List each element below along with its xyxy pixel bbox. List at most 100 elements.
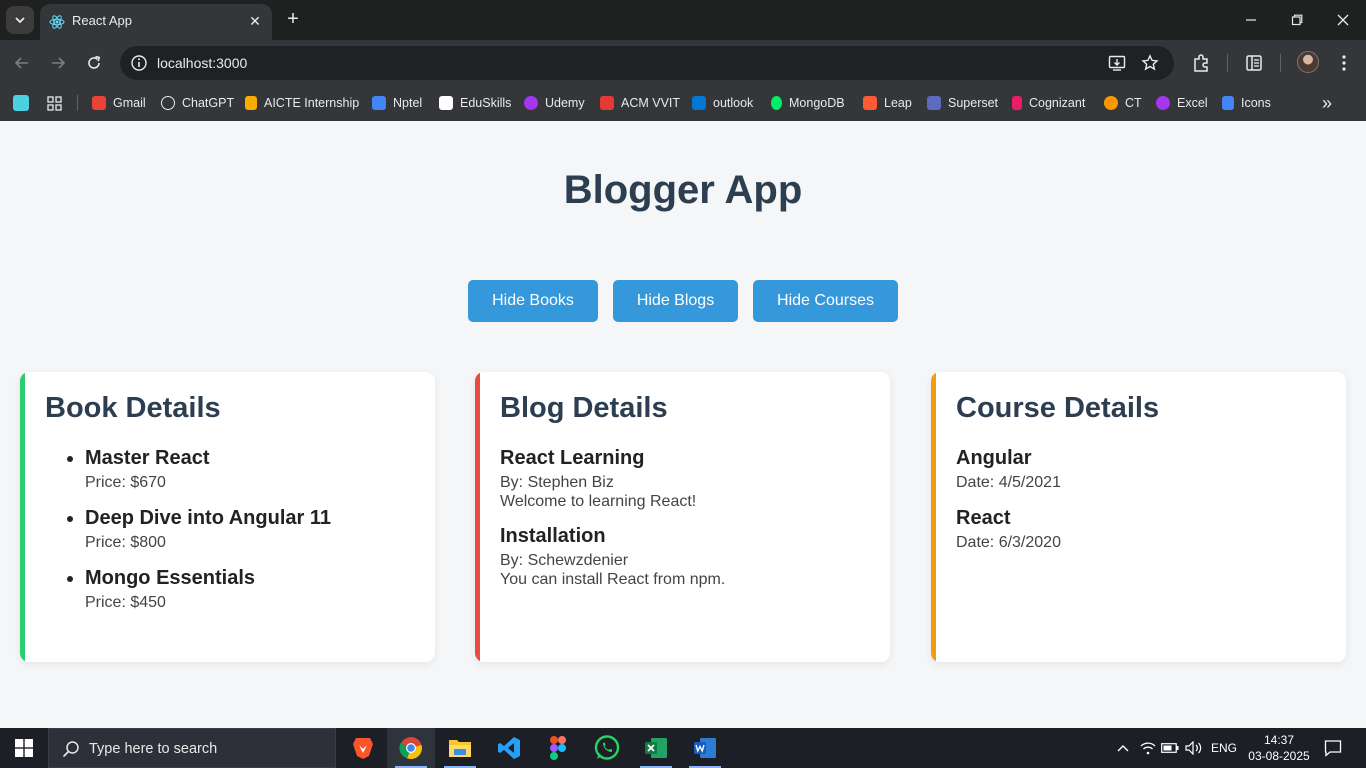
apps-grid-icon	[47, 95, 62, 111]
bookmark-label: Cognizant	[1029, 96, 1086, 110]
taskbar-search-box[interactable]: Type here to search	[48, 728, 336, 768]
restore-icon	[1291, 14, 1303, 26]
icons-bookmark-icon	[1222, 96, 1234, 110]
notifications-button[interactable]	[1318, 728, 1348, 768]
taskbar-app-active[interactable]	[387, 728, 435, 768]
volume-control[interactable]	[1182, 728, 1206, 768]
extensions-icon[interactable]	[1191, 53, 1211, 73]
bookmark-label: EduSkills	[460, 96, 512, 110]
gmail-icon	[92, 96, 106, 110]
bookmark-item[interactable]: MongoDB	[771, 92, 845, 114]
excel-icon	[645, 738, 667, 758]
close-window-button[interactable]	[1320, 0, 1366, 40]
bookmark-item[interactable]: EduSkills	[439, 92, 511, 114]
bookmark-star-icon[interactable]	[1141, 54, 1159, 72]
bookmark-label: Superset	[948, 96, 999, 110]
course-details-card: Course Details Angular Date: 4/5/2021 Re…	[931, 372, 1346, 662]
card-title: Book Details	[45, 392, 221, 424]
taskbar-app[interactable]	[436, 728, 484, 768]
blog-entry: Installation By: Schewzdenier You can in…	[500, 525, 725, 589]
taskbar-app[interactable]	[339, 728, 387, 768]
taskbar-app[interactable]	[681, 728, 729, 768]
taskbar-app[interactable]	[485, 728, 533, 768]
bookmark-label: Excel	[1177, 96, 1208, 110]
address-bar[interactable]: localhost:3000	[120, 46, 1174, 80]
bookmark-item[interactable]: Nptel	[372, 92, 422, 114]
blog-author: By: Schewzdenier	[500, 552, 629, 569]
cognizant-icon	[1012, 96, 1022, 110]
back-button[interactable]	[8, 49, 36, 77]
excel-bookmark-icon	[1156, 96, 1170, 110]
udemy-icon	[524, 96, 538, 110]
language-indicator[interactable]: ENG	[1206, 728, 1242, 768]
taskbar-app[interactable]	[583, 728, 631, 768]
network-status[interactable]	[1137, 728, 1159, 768]
apps-grid-button[interactable]	[47, 92, 62, 114]
bookmark-item[interactable]: Excel	[1156, 92, 1208, 114]
bookmark-item[interactable]: Udemy	[524, 92, 585, 114]
menu-kebab-icon[interactable]	[1334, 53, 1354, 73]
bookmark-item[interactable]: Gmail	[92, 92, 146, 114]
forward-button[interactable]	[44, 49, 72, 77]
minimize-button[interactable]	[1228, 0, 1274, 40]
card-accent-bar	[475, 372, 480, 662]
book-name: Mongo Essentials	[85, 567, 256, 589]
bullet	[67, 516, 73, 522]
blog-content: Welcome to learning React!	[500, 493, 697, 510]
bookmark-label: AICTE Internship	[264, 96, 360, 110]
chatgpt-icon	[161, 96, 175, 110]
start-button[interactable]	[0, 728, 48, 768]
blog-author: By: Stephen Biz	[500, 474, 614, 491]
url-text[interactable]: localhost:3000	[157, 55, 247, 71]
install-app-icon[interactable]	[1108, 54, 1126, 72]
tab-close-icon[interactable]: ✕	[246, 12, 264, 30]
hide-blogs-button[interactable]: Hide Blogs	[613, 280, 738, 322]
bookmark-item[interactable]: AICTE Internship	[245, 92, 359, 114]
restore-button[interactable]	[1274, 0, 1320, 40]
search-placeholder: Type here to search	[89, 741, 218, 757]
toolbar-divider	[1280, 54, 1281, 72]
chrome-icon	[399, 737, 422, 760]
more-bookmarks-icon[interactable]: »	[1322, 92, 1332, 114]
bookmark-label: Udemy	[545, 96, 585, 110]
new-tab-button[interactable]: +	[282, 8, 304, 30]
bookmark-item[interactable]: outlook	[692, 92, 753, 114]
search-icon	[62, 741, 79, 758]
brave-icon	[353, 738, 373, 759]
tab-react-app[interactable]: React App ✕	[40, 4, 272, 40]
taskbar-clock[interactable]: 14:37 03-08-2025	[1244, 732, 1314, 764]
bookmark-item[interactable]: Cognizant	[1012, 92, 1085, 114]
bookmark-label: ChatGPT	[182, 96, 235, 110]
bookmark-item[interactable]: ACM VVIT	[600, 92, 680, 114]
bookmark-item[interactable]: Superset	[927, 92, 998, 114]
tab-search-button[interactable]	[6, 6, 34, 34]
bookmark-item[interactable]: Leap	[863, 92, 912, 114]
reload-button[interactable]	[80, 49, 108, 77]
course-name: Angular	[956, 447, 1032, 469]
site-info-icon[interactable]	[130, 54, 148, 72]
taskbar-app[interactable]	[534, 728, 582, 768]
bookmark-app-icon[interactable]	[13, 92, 36, 114]
bookmark-item[interactable]: CT	[1104, 92, 1142, 114]
reading-list-icon[interactable]	[1244, 53, 1264, 73]
bullet	[67, 576, 73, 582]
arrow-left-icon	[14, 57, 28, 69]
bookmark-item[interactable]: Icons	[1222, 92, 1271, 114]
windows-logo-icon	[15, 739, 33, 757]
hide-books-button[interactable]: Hide Books	[468, 280, 598, 322]
reload-icon	[88, 55, 101, 69]
course-name: React	[956, 507, 1011, 529]
list-item: Deep Dive into Angular 11 Price: $800	[67, 507, 331, 552]
superset-icon	[927, 96, 941, 110]
course-entry: Angular Date: 4/5/2021	[956, 447, 1061, 492]
bookmark-item[interactable]: ChatGPT	[161, 92, 234, 114]
show-hidden-icons-button[interactable]	[1112, 728, 1134, 768]
taskbar-app[interactable]	[632, 728, 680, 768]
arrow-right-icon	[52, 57, 66, 69]
battery-status[interactable]	[1159, 728, 1181, 768]
hide-courses-button[interactable]: Hide Courses	[753, 280, 898, 322]
whatsapp-icon	[594, 735, 620, 760]
profile-avatar[interactable]	[1297, 51, 1319, 73]
bookmark-label: MongoDB	[789, 96, 845, 110]
clock-time: 14:37	[1263, 733, 1295, 747]
